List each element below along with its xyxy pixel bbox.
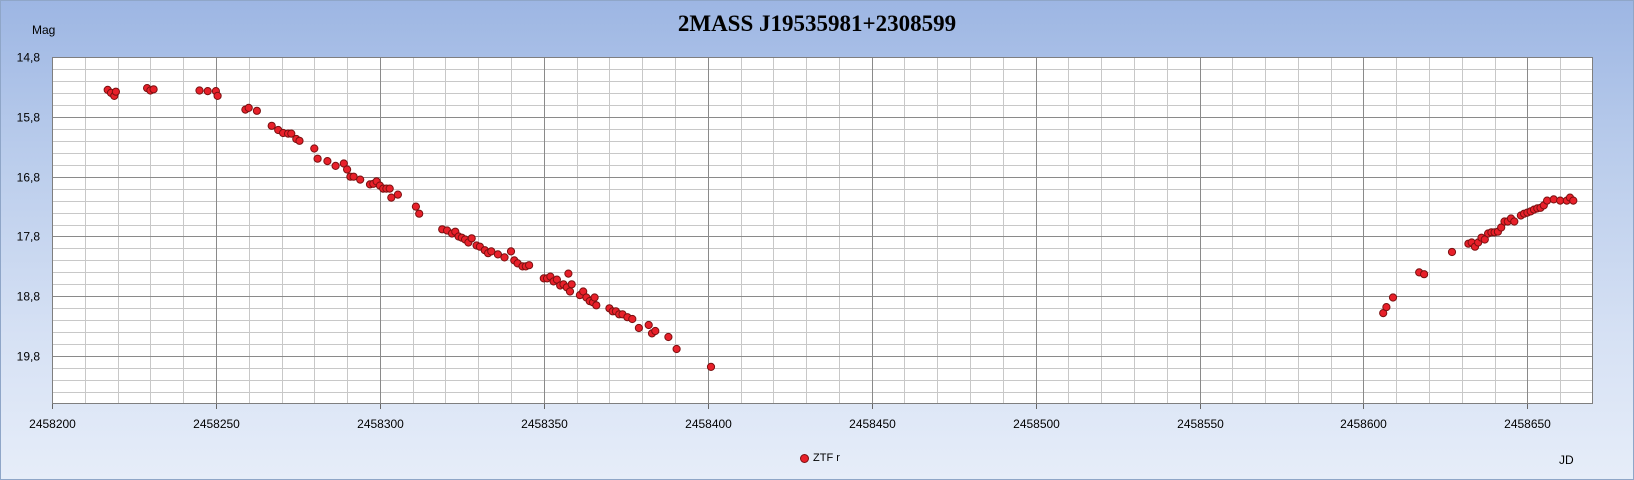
data-point — [672, 344, 681, 354]
data-point — [564, 269, 573, 278]
data-point — [195, 86, 204, 95]
legend: ZTF r — [800, 452, 840, 464]
data-point — [310, 144, 319, 153]
x-tick-label: 2458600 — [1340, 417, 1387, 431]
data-point — [1382, 303, 1391, 312]
data-point — [323, 157, 332, 166]
data-point — [267, 121, 276, 130]
data-point — [313, 154, 322, 163]
x-tick-label: 2458300 — [357, 417, 404, 431]
data-point — [393, 190, 402, 199]
x-tick-label: 2458200 — [29, 417, 76, 431]
data-point — [664, 332, 673, 342]
data-point — [356, 175, 365, 184]
data-point — [149, 85, 158, 94]
data-point — [1420, 270, 1429, 279]
y-tick-label: 18,8 — [17, 290, 41, 304]
data-point — [592, 301, 601, 310]
data-point — [252, 106, 261, 115]
legend-label-ztf-r: ZTF r — [813, 452, 840, 464]
data-point — [1549, 195, 1558, 204]
data-point — [1569, 196, 1578, 205]
plot-background — [52, 57, 1593, 404]
data-point — [506, 247, 516, 256]
data-point — [467, 234, 476, 243]
x-tick-label: 2458450 — [849, 417, 896, 431]
data-point — [567, 280, 576, 289]
y-tick-label: 19,8 — [17, 350, 41, 364]
y-tick-label: 17,8 — [17, 230, 41, 244]
data-point — [644, 320, 653, 330]
data-point — [411, 202, 420, 211]
data-point — [203, 87, 212, 96]
legend-marker — [800, 453, 809, 463]
x-tick-label: 2458550 — [1177, 417, 1224, 431]
data-point — [331, 161, 340, 170]
data-point — [1543, 196, 1552, 205]
x-tick-label: 2458650 — [1504, 417, 1551, 431]
data-point — [1510, 217, 1519, 226]
y-tick-label: 16,8 — [17, 171, 41, 185]
y-tick-label: 14,8 — [17, 51, 41, 65]
data-point — [387, 193, 396, 202]
data-point — [415, 209, 424, 218]
data-point — [565, 287, 575, 296]
plot-svg: 14,8 15,8 16,8 17,8 18,8 19,8 2458200 2458250 24… — [17, 51, 1593, 431]
data-point — [385, 184, 394, 193]
x-tick-label: 2458400 — [685, 417, 732, 431]
data-point — [244, 103, 253, 113]
data-point — [343, 165, 352, 174]
data-point — [628, 314, 637, 324]
data-point — [295, 136, 304, 145]
y-tick-label: 15,8 — [17, 111, 41, 125]
data-point — [111, 87, 121, 96]
x-axis-label: JD — [1559, 453, 1574, 467]
data-point — [487, 247, 496, 256]
data-point — [634, 323, 644, 333]
data-point — [213, 91, 222, 101]
data-point — [651, 326, 660, 336]
data-point — [1388, 293, 1398, 302]
data-point — [706, 362, 716, 371]
data-point — [1447, 247, 1457, 257]
data-point — [590, 293, 599, 302]
chart-area: 2MASS J19535981+2308599 Mag 14,8 15,8 16,8… — [0, 0, 1634, 480]
data-point — [493, 250, 502, 259]
x-tick-label: 2458500 — [1013, 417, 1060, 431]
x-tick-label: 2458250 — [193, 417, 240, 431]
data-point — [500, 253, 509, 262]
data-point — [525, 261, 534, 270]
x-tick-label: 2458350 — [521, 417, 568, 431]
